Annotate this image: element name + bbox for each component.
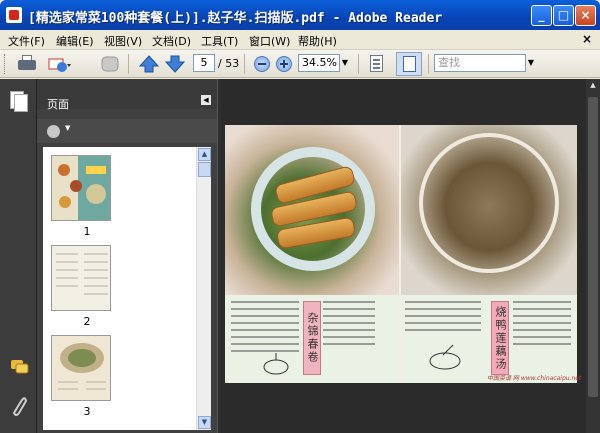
page-footer: 中国菜谱 网 www.chinacaipu.net (487, 375, 582, 382)
toolbar: 5 / 53 34.5% ▼ 查找 ▼ (0, 50, 600, 78)
document-view[interactable]: 杂锦春卷 烧鸭莲藕汤 中国菜谱 网 www.chinacaipu.net (221, 79, 586, 433)
title-bar[interactable]: [精选家常菜100种套餐(上)].赵子华.扫描版.pdf - Adobe Rea… (0, 0, 600, 30)
menu-window[interactable]: 窗口(W) (249, 33, 290, 49)
pages-panel: 页面 ◀ ▼ 1 2 3 ▲ ▼ (37, 79, 217, 433)
navigation-strip (0, 79, 37, 433)
printer-icon[interactable] (16, 53, 38, 75)
recipe-title-left: 杂锦春卷 (303, 301, 321, 375)
previous-page-icon[interactable] (139, 53, 159, 75)
collapse-icon[interactable]: ◀ (201, 95, 211, 105)
thumbnail-label: 1 (83, 225, 91, 238)
close-document-button[interactable]: × (582, 32, 592, 46)
menu-file[interactable]: 文件(F) (8, 33, 45, 49)
scrollbar-thumb[interactable] (198, 162, 211, 177)
panel-header: 页面 ◀ (37, 79, 217, 111)
next-page-icon[interactable] (165, 53, 185, 75)
email-icon[interactable] (46, 53, 72, 75)
minimize-button[interactable]: _ (531, 5, 552, 26)
maximize-button[interactable]: □ (553, 5, 574, 26)
lotus-root-soup-photo (401, 125, 577, 295)
toolbar-separator (244, 54, 245, 74)
pdf-icon (6, 7, 22, 23)
page-thumbnail-3[interactable] (51, 335, 111, 401)
close-button[interactable]: × (575, 5, 596, 26)
zoom-input[interactable]: 34.5% (298, 54, 340, 72)
chevron-down-icon[interactable]: ▼ (526, 54, 536, 72)
zoom-in-icon[interactable] (276, 56, 292, 72)
chevron-down-icon[interactable]: ▼ (340, 54, 350, 72)
menu-view[interactable]: 视图(V) (104, 33, 142, 49)
panel-scrollbar[interactable]: ▲ ▼ (196, 147, 211, 430)
paperclip-icon[interactable] (10, 395, 28, 420)
toolbar-separator (128, 54, 129, 74)
pages-panel-icon[interactable] (6, 89, 30, 115)
recipe-text-left: 杂锦春卷 (225, 295, 399, 383)
panel-options-bar: ▼ (37, 119, 217, 143)
gear-icon[interactable] (47, 125, 60, 138)
toolbar-separator (358, 54, 359, 74)
fullscreen-icon[interactable] (396, 52, 422, 76)
hand-icon[interactable] (98, 53, 122, 75)
window-title: [精选家常菜100种套餐(上)].赵子华.扫描版.pdf - Adobe Rea… (28, 11, 443, 26)
zoom-out-icon[interactable] (254, 56, 270, 72)
chevron-down-icon[interactable]: ▼ (65, 124, 70, 132)
document-scrollbar[interactable]: ▲ (586, 79, 600, 433)
menu-bar: 文件(F) 编辑(E) 视图(V) 文档(D) 工具(T) 窗口(W) 帮助(H… (0, 30, 600, 50)
toolbar-grip[interactable] (4, 54, 7, 74)
pot-illustration (263, 353, 289, 375)
page-number-input[interactable]: 5 (193, 54, 215, 72)
recipe-title-right: 烧鸭莲藕汤 (491, 301, 509, 375)
thumbnail-label: 2 (83, 315, 91, 328)
scroll-down-icon[interactable]: ▼ (198, 416, 211, 429)
fit-page-icon[interactable] (366, 53, 388, 75)
thumbnail-list[interactable]: 1 2 3 ▲ ▼ (43, 147, 211, 430)
pdf-page: 杂锦春卷 烧鸭莲藕汤 中国菜谱 网 www.chinacaipu.net (225, 125, 581, 383)
comment-icon[interactable] (10, 359, 30, 378)
scrollbar-thumb[interactable] (588, 97, 598, 397)
thumbnail-label: 3 (83, 405, 91, 418)
adobe-reader-window: [精选家常菜100种套餐(上)].赵子华.扫描版.pdf - Adobe Rea… (0, 0, 600, 433)
page-thumbnail-2[interactable] (51, 245, 111, 311)
recipe-text-right: 烧鸭莲藕汤 (401, 295, 577, 383)
page-thumbnail-1[interactable] (51, 155, 111, 221)
toolbar-separator (428, 54, 429, 74)
scroll-up-icon[interactable]: ▲ (198, 148, 211, 161)
scroll-up-icon[interactable]: ▲ (587, 81, 599, 93)
menu-document[interactable]: 文档(D) (152, 33, 191, 49)
search-input[interactable]: 查找 (434, 54, 526, 72)
pot-illustration (429, 344, 461, 370)
spring-roll-photo (225, 125, 399, 295)
page-total: / 53 (218, 57, 240, 70)
menu-tools[interactable]: 工具(T) (201, 33, 238, 49)
menu-help[interactable]: 帮助(H) (298, 33, 337, 49)
panel-title: 页面 (47, 98, 69, 111)
menu-edit[interactable]: 编辑(E) (56, 33, 94, 49)
